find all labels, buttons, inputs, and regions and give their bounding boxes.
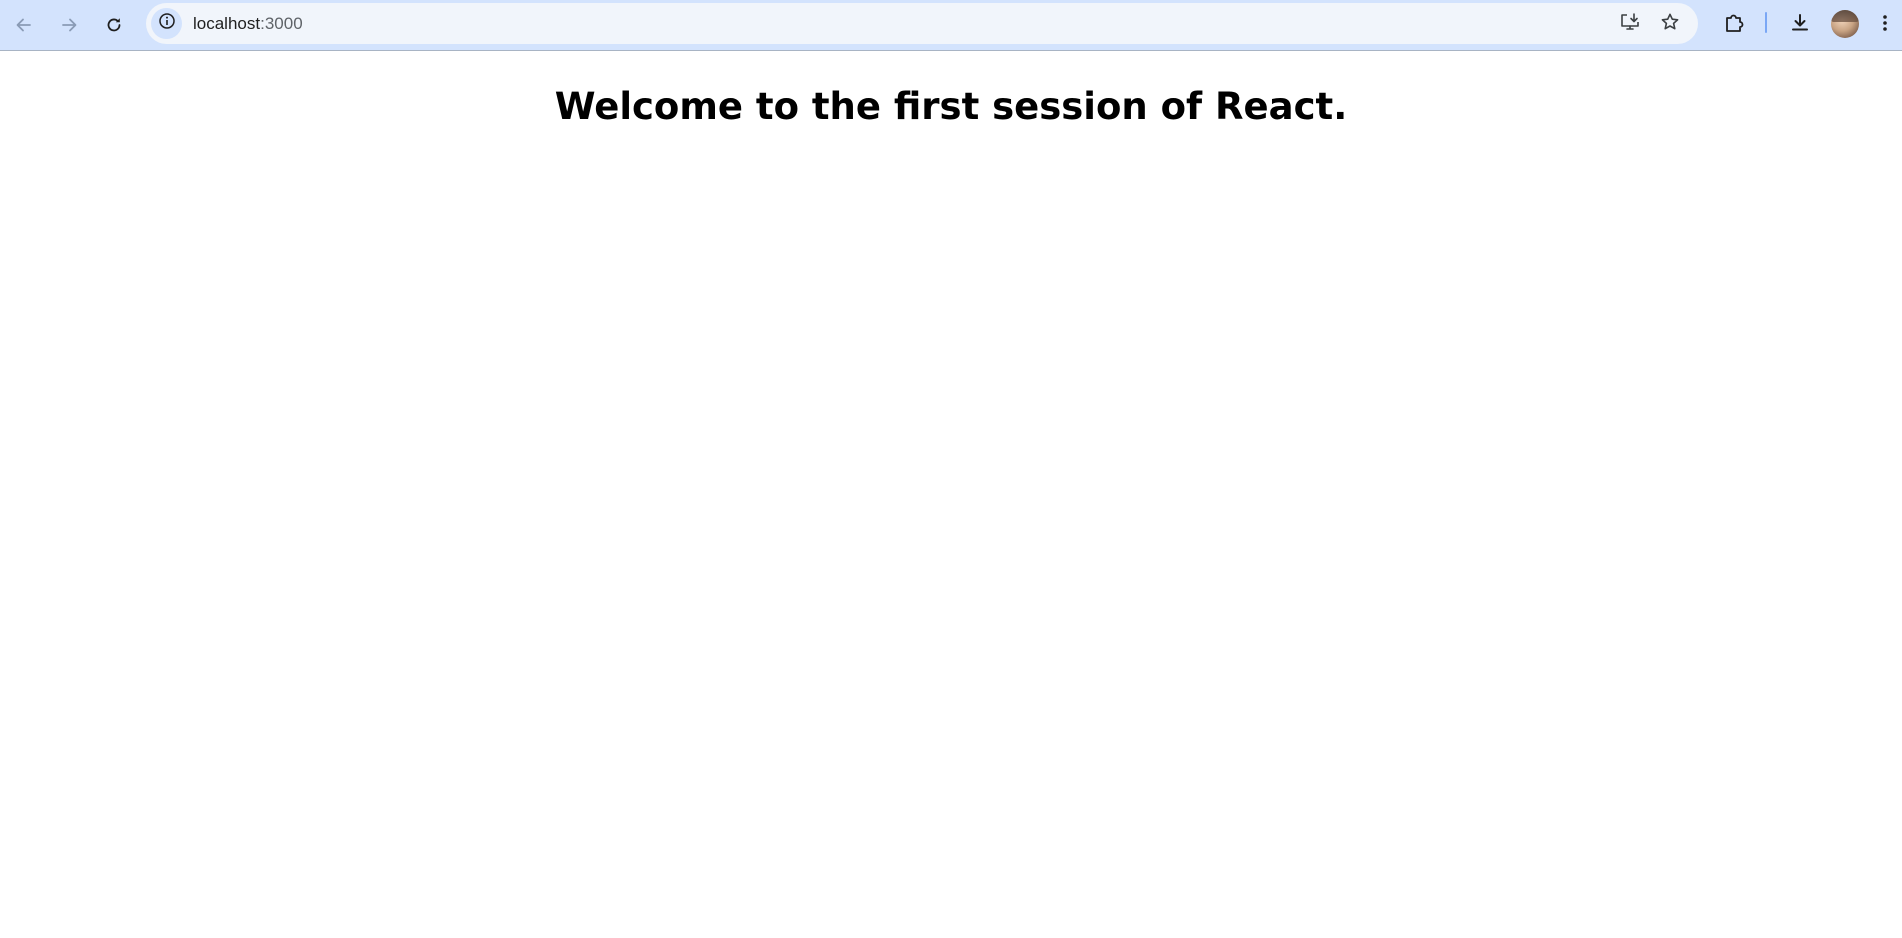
menu-button[interactable] xyxy=(1873,9,1897,41)
browser-toolbar: localhost:3000 xyxy=(0,0,1902,51)
puzzle-piece-icon xyxy=(1723,12,1745,39)
star-icon xyxy=(1660,12,1680,37)
url-port: :3000 xyxy=(260,14,303,33)
kebab-menu-icon xyxy=(1882,13,1888,38)
bookmark-button[interactable] xyxy=(1655,9,1685,39)
download-icon xyxy=(1789,12,1811,39)
arrow-right-icon xyxy=(59,15,79,35)
reload-icon xyxy=(104,15,124,35)
install-app-button[interactable] xyxy=(1615,9,1645,39)
address-bar[interactable]: localhost:3000 xyxy=(146,3,1698,44)
info-icon xyxy=(158,12,176,35)
extensions-button[interactable] xyxy=(1718,9,1750,41)
back-button[interactable] xyxy=(6,7,42,43)
avatar-photo xyxy=(1831,10,1859,22)
downloads-button[interactable] xyxy=(1784,9,1816,41)
forward-button[interactable] xyxy=(51,7,87,43)
install-app-icon xyxy=(1619,12,1641,37)
page-title: Welcome to the first session of React. xyxy=(554,85,1348,128)
url-host: localhost xyxy=(193,14,261,33)
page-content: Welcome to the first session of React. xyxy=(0,52,1902,938)
url-text[interactable]: localhost:3000 xyxy=(193,14,303,34)
site-info-button[interactable] xyxy=(151,8,182,39)
reload-button[interactable] xyxy=(96,7,132,43)
toolbar-divider xyxy=(1765,12,1767,33)
arrow-left-icon xyxy=(14,15,34,35)
avatar[interactable] xyxy=(1831,10,1859,38)
